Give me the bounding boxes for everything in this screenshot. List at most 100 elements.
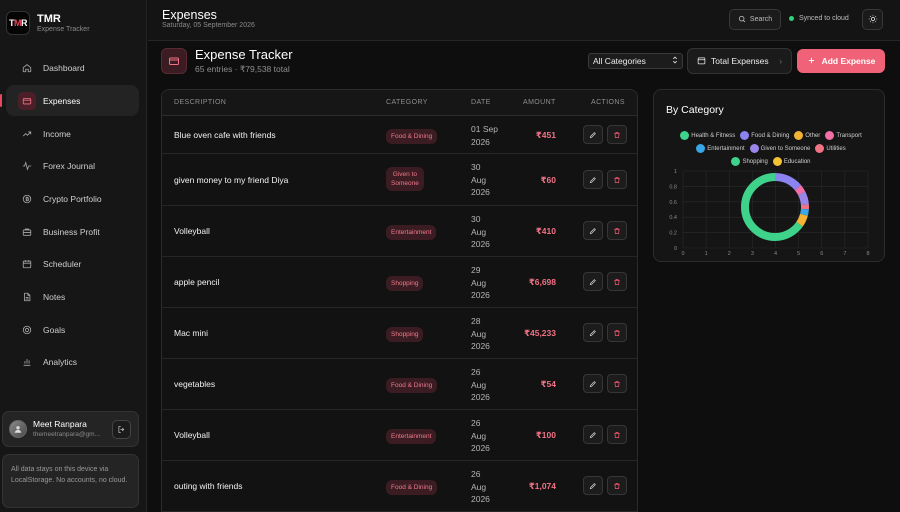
category-badge: Food & Dining (386, 480, 438, 495)
expense-table: DESCRIPTION CATEGORY DATE AMOUNT ACTIONS… (161, 89, 638, 512)
row-description: Volleyball (174, 226, 210, 236)
brand-logo: TMR (6, 11, 30, 35)
y-tick-label: 0.6 (669, 200, 677, 206)
sidebar-item-business-profit[interactable]: Business Profit (0, 216, 139, 247)
bar-chart-icon (20, 355, 34, 369)
edit-button[interactable] (583, 323, 603, 342)
brand-subtitle: Expense Tracker (37, 25, 90, 33)
row-date: 26 Aug 2026 (471, 418, 490, 453)
column-header-description[interactable]: DESCRIPTION (174, 99, 226, 106)
sidebar-item-dashboard[interactable]: Dashboard (0, 53, 139, 84)
sidebar-nav: Dashboard Expenses Income Forex Journal … (0, 51, 147, 380)
page-title: Expenses (162, 8, 217, 22)
sidebar-item-analytics[interactable]: Analytics (0, 347, 139, 378)
delete-button[interactable] (607, 323, 627, 342)
category-badge: Food & Dining (386, 129, 438, 144)
table-row[interactable]: Volleyball Entertainment 26 Aug 2026 ₹100 (162, 410, 637, 461)
sidebar-item-notes[interactable]: Notes (0, 282, 139, 313)
delete-button[interactable] (607, 425, 627, 444)
theme-toggle-button[interactable] (862, 9, 883, 30)
row-date: 29 Aug 2026 (471, 265, 490, 300)
category-badge: Food & Dining (386, 378, 438, 393)
category-select-value: All Categories (593, 56, 646, 66)
sync-label: Synced to cloud (799, 15, 849, 22)
edit-button[interactable] (583, 425, 603, 444)
edit-button[interactable] (583, 125, 603, 144)
row-date: 30 Aug 2026 (471, 214, 490, 249)
add-expense-button[interactable]: Add Expense (797, 49, 885, 73)
pencil-icon (589, 477, 597, 495)
category-select[interactable]: All Categories (588, 53, 683, 69)
column-header-category[interactable]: CATEGORY (386, 99, 428, 106)
search-button[interactable]: Search (729, 9, 781, 30)
sidebar-item-goals[interactable]: Goals (0, 314, 139, 345)
trash-icon (613, 222, 621, 240)
donut-chart: 0 1 2 3 4 5 6 7 8 1 0.8 0.6 0.4 0.2 0 (669, 169, 869, 257)
chevron-right-icon: › (779, 56, 782, 66)
delete-button[interactable] (607, 272, 627, 291)
y-tick-label: 0.8 (669, 184, 677, 190)
edit-button[interactable] (583, 170, 603, 189)
pulse-icon (20, 159, 34, 173)
table-row[interactable]: Mac mini Shopping 28 Aug 2026 ₹45,233 (162, 308, 637, 359)
edit-button[interactable] (583, 476, 603, 495)
category-badge: Shopping (386, 276, 424, 291)
brand[interactable]: TMR TMR Expense Tracker (6, 11, 90, 35)
table-row[interactable]: Volleyball Entertainment 30 Aug 2026 ₹410 (162, 206, 637, 257)
sidebar-item-scheduler[interactable]: Scheduler (0, 249, 139, 280)
column-header-date[interactable]: DATE (471, 99, 491, 106)
sync-status: Synced to cloud (789, 15, 849, 22)
briefcase-icon (20, 225, 34, 239)
page-date: Saturday, 05 September 2026 (162, 22, 255, 29)
delete-button[interactable] (607, 374, 627, 393)
logout-icon (117, 421, 126, 439)
table-row[interactable]: vegetables Food & Dining 26 Aug 2026 ₹54 (162, 359, 637, 410)
calendar-icon (697, 56, 706, 67)
row-description: Mac mini (174, 328, 209, 338)
table-row[interactable]: apple pencil Shopping 29 Aug 2026 ₹6,698 (162, 257, 637, 308)
delete-button[interactable] (607, 221, 627, 240)
column-header-amount[interactable]: AMOUNT (523, 99, 556, 106)
row-amount: ₹45,233 (524, 328, 556, 338)
row-description: apple pencil (174, 277, 220, 287)
row-description: Blue oven cafe with friends (174, 130, 276, 140)
sidebar-item-forex-journal[interactable]: Forex Journal (0, 151, 139, 182)
x-tick-label: 7 (843, 251, 846, 257)
sidebar-item-expenses[interactable]: Expenses (0, 85, 139, 117)
brand-name: TMR (37, 12, 61, 25)
trash-icon (613, 477, 621, 495)
delete-button[interactable] (607, 476, 627, 495)
row-amount: ₹410 (535, 226, 556, 236)
pencil-icon (589, 375, 597, 393)
wallet-icon (161, 48, 187, 74)
x-tick-label: 8 (866, 251, 869, 257)
edit-button[interactable] (583, 272, 603, 291)
column-header-actions: ACTIONS (591, 99, 625, 106)
edit-button[interactable] (583, 221, 603, 240)
delete-button[interactable] (607, 125, 627, 144)
target-icon (20, 323, 34, 337)
category-badge: Given to Someone (386, 167, 424, 191)
total-expenses-button[interactable]: Total Expenses › (687, 48, 792, 74)
user-name: Meet Ranpara (33, 419, 87, 429)
table-row[interactable]: Blue oven cafe with friends Food & Dinin… (162, 116, 637, 154)
table-row[interactable]: outing with friends Food & Dining 26 Aug 2… (162, 461, 637, 512)
logout-button[interactable] (112, 420, 131, 439)
avatar[interactable] (9, 420, 27, 438)
row-amount: ₹54 (540, 379, 556, 389)
row-description: vegetables (174, 379, 216, 389)
table-row[interactable]: given money to my friend Diya Given to So… (162, 154, 637, 206)
sidebar-item-crypto-portfolio[interactable]: Crypto Portfolio (0, 183, 139, 214)
row-amount: ₹1,074 (528, 481, 556, 491)
sidebar-item-income[interactable]: Income (0, 118, 139, 149)
x-tick-label: 5 (797, 251, 800, 257)
edit-button[interactable] (583, 374, 603, 393)
tracker-title: Expense Tracker (195, 47, 293, 62)
sun-icon (868, 11, 878, 29)
table-header: DESCRIPTION CATEGORY DATE AMOUNT ACTIONS (162, 90, 637, 116)
delete-button[interactable] (607, 170, 627, 189)
row-date: 26 Aug 2026 (471, 469, 490, 504)
user-email: themeetranpara@gm... (33, 431, 100, 438)
sidebar-item-label: Goals (43, 324, 66, 335)
home-icon (20, 61, 34, 75)
